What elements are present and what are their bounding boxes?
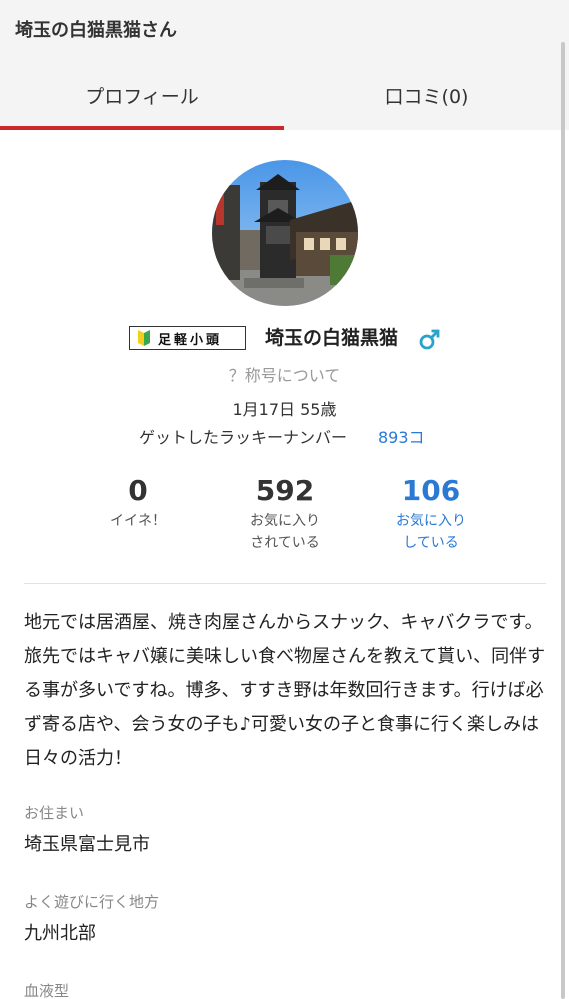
username: 埼玉の白猫黒猫 bbox=[265, 327, 399, 349]
likes-label: イイネ！ bbox=[110, 513, 166, 529]
stat-likes: 0 イイネ！ bbox=[73, 474, 203, 532]
avatar-photo bbox=[212, 160, 358, 306]
tab-profile[interactable]: プロフィール bbox=[0, 62, 284, 130]
favorited-label-line2: されている bbox=[250, 535, 320, 551]
residence-value: 埼玉県富士見市 bbox=[24, 834, 150, 855]
male-icon bbox=[418, 327, 442, 351]
rank-badge-label: 足軽小頭 bbox=[158, 332, 223, 348]
stat-favorited: 592 お気に入り されている bbox=[220, 474, 350, 554]
page-title: 埼玉の白猫黒猫さん bbox=[15, 20, 177, 41]
birthday-age: 1月17日 55歳 bbox=[232, 400, 337, 419]
avatar bbox=[212, 160, 358, 306]
favoriting-label-line1: お気に入り bbox=[396, 513, 466, 529]
favoriting-label-line2: している bbox=[403, 535, 459, 551]
lucky-number-label: ゲットしたラッキーナンバー bbox=[139, 428, 348, 447]
stat-favoriting-link[interactable]: 106 お気に入り している bbox=[366, 474, 496, 554]
divider bbox=[24, 583, 546, 584]
lucky-number-value[interactable]: 893コ bbox=[378, 424, 425, 448]
frequent-region-value: 九州北部 bbox=[24, 923, 96, 944]
favoriting-count: 106 bbox=[401, 474, 461, 507]
frequent-region-label: よく遊びに行く地方 bbox=[24, 893, 160, 911]
tab-bar: プロフィール 口コミ(0) bbox=[0, 62, 569, 130]
favorited-count: 592 bbox=[255, 474, 315, 507]
active-tab-indicator bbox=[0, 126, 284, 130]
bio-text: 地元では居酒屋、焼き肉屋さんからスナック、キャバクラです。旅先ではキャバ嬢に美味… bbox=[24, 612, 546, 769]
residence-label: お住まい bbox=[24, 804, 85, 822]
title-help-link[interactable]: ？称号について bbox=[0, 362, 569, 386]
favorited-label-line1: お気に入り bbox=[250, 513, 320, 529]
rank-badge: 足軽小頭 bbox=[129, 326, 246, 350]
likes-count: 0 bbox=[128, 474, 148, 507]
scrollbar[interactable] bbox=[561, 42, 565, 999]
blood-type-label: 血液型 bbox=[24, 982, 70, 999]
beginner-mark-icon bbox=[138, 330, 150, 346]
tab-reviews[interactable]: 口コミ(0) bbox=[284, 62, 569, 130]
